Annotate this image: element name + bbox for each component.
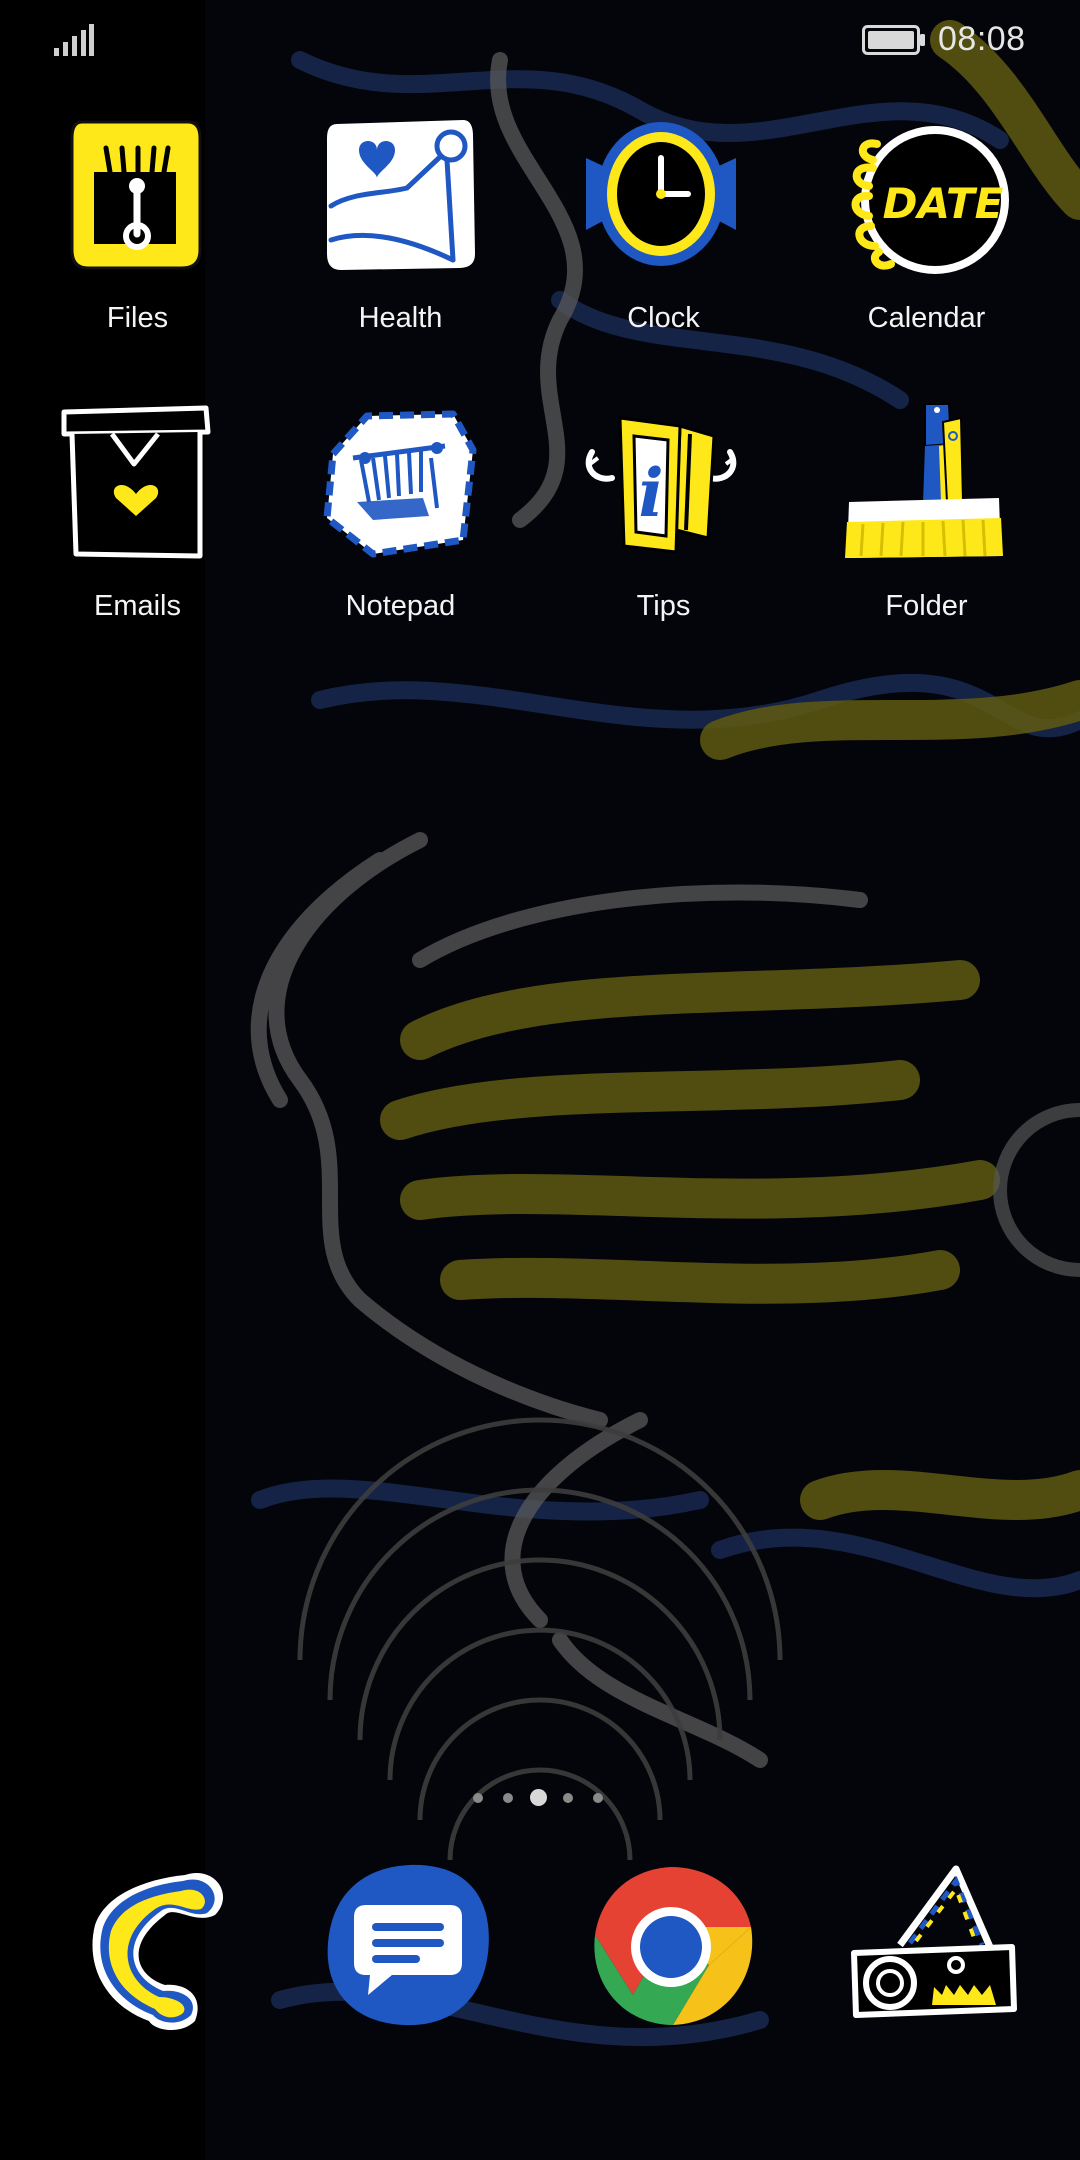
app-folder[interactable]: Folder — [789, 398, 1029, 658]
app-label: Clock — [627, 302, 700, 334]
dock-messages[interactable] — [318, 1855, 498, 2035]
app-calendar[interactable]: DATE Calendar — [789, 110, 1029, 370]
app-emails[interactable]: Emails — [0, 398, 240, 658]
app-clock[interactable]: Clock — [526, 110, 766, 370]
battery-icon — [862, 25, 925, 55]
messages-icon — [327, 1864, 489, 2026]
page-dot[interactable] — [563, 1793, 573, 1803]
status-bar: 08:08 — [0, 0, 1080, 80]
emails-icon — [50, 398, 220, 568]
page-dot[interactable] — [503, 1793, 513, 1803]
calendar-icon-text: DATE — [883, 179, 1004, 228]
projector-icon — [851, 1865, 1017, 2018]
tips-icon: i — [576, 398, 746, 568]
app-notepad[interactable]: Notepad — [263, 398, 503, 658]
page-indicator[interactable] — [470, 1786, 610, 1810]
app-label: Emails — [93, 590, 181, 622]
app-label: Folder — [885, 590, 968, 622]
app-files[interactable]: Files — [0, 110, 240, 370]
chrome-icon — [594, 1867, 753, 2025]
notepad-icon — [313, 398, 483, 568]
home-screen: 08:08 Files Health Clock DATE Calendar E… — [0, 0, 1080, 2160]
app-label: Tips — [636, 590, 691, 622]
clock-icon — [576, 110, 746, 280]
app-tips[interactable]: i Tips — [526, 398, 766, 658]
health-icon — [313, 110, 483, 280]
dock-chrome[interactable] — [581, 1855, 761, 2035]
calendar-icon: DATE — [839, 110, 1009, 280]
status-time: 08:08 — [938, 20, 1026, 58]
files-icon — [50, 110, 220, 280]
folder-icon — [839, 398, 1009, 568]
dock-projector[interactable] — [844, 1855, 1024, 2035]
phone-icon — [92, 1873, 224, 2031]
tips-icon-text: i — [638, 454, 663, 532]
page-dot[interactable] — [593, 1793, 603, 1803]
page-dot[interactable] — [473, 1793, 483, 1803]
app-health[interactable]: Health — [263, 110, 503, 370]
app-label: Notepad — [345, 590, 456, 622]
cellular-signal-icon — [54, 24, 94, 56]
dock-phone[interactable] — [55, 1855, 235, 2035]
page-dot-active[interactable] — [529, 1789, 547, 1806]
app-label: Calendar — [867, 302, 986, 334]
app-label: Files — [106, 302, 169, 334]
app-label: Health — [358, 302, 443, 334]
